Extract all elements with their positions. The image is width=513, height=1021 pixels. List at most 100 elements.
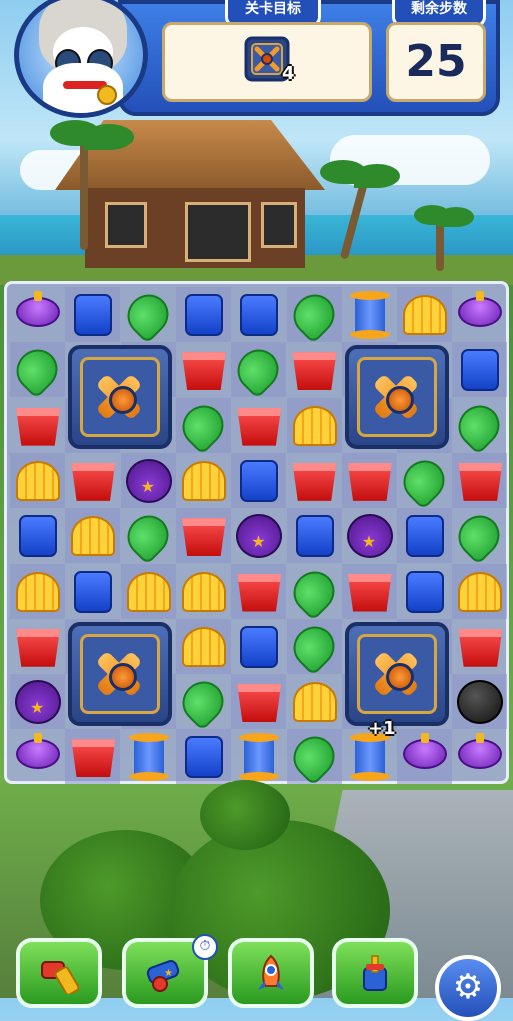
board-cell[interactable]: [450, 507, 509, 566]
board-cell[interactable]: [284, 617, 343, 676]
cube-icon: [240, 459, 279, 502]
board-cell[interactable]: [452, 452, 508, 508]
safe-icon[interactable]: [68, 621, 173, 726]
board-cell[interactable]: [175, 508, 231, 564]
cube-icon: [295, 515, 334, 558]
board-cell[interactable]: [121, 729, 176, 784]
board-cell[interactable]: [452, 563, 508, 619]
moves-counter: 25: [386, 22, 486, 102]
board-cell[interactable]: [231, 729, 286, 784]
board-cell[interactable]: [10, 452, 65, 508]
board-cell[interactable]: [341, 452, 397, 508]
board-cell[interactable]: [395, 451, 454, 510]
board-cell[interactable]: [173, 396, 232, 455]
house-wall: [85, 188, 305, 268]
board-cell[interactable]: [231, 452, 287, 508]
board-cell[interactable]: [10, 508, 65, 563]
spool-icon: [349, 291, 390, 339]
board-cell[interactable]: [231, 287, 286, 342]
board-cell[interactable]: [65, 508, 121, 564]
shell-icon: [16, 460, 60, 501]
safe-icon[interactable]: [68, 345, 173, 450]
board-cell[interactable]: [176, 564, 231, 619]
safe-icon[interactable]: [344, 621, 449, 726]
board-cell[interactable]: [452, 287, 507, 342]
top-icon: [458, 291, 503, 327]
pot-icon: [458, 462, 503, 501]
bomb-icon: [457, 680, 504, 725]
board-cell[interactable]: [452, 674, 508, 730]
board-cell[interactable]: [284, 728, 343, 787]
board-cell[interactable]: [231, 398, 286, 453]
board-cell[interactable]: [65, 453, 120, 508]
board-cell[interactable]: [397, 729, 453, 785]
board-cell[interactable]: [65, 729, 121, 785]
board-cell[interactable]: [231, 508, 286, 563]
board-cell[interactable]: [231, 563, 287, 619]
board-cell[interactable]: [287, 342, 342, 397]
cannon-icon: ★: [146, 960, 180, 992]
board-cell[interactable]: [65, 564, 120, 619]
board-cell[interactable]: [65, 287, 121, 342]
leaf-icon: [229, 341, 288, 400]
gear-icon[interactable]: ⚙: [435, 955, 501, 1021]
board-cell[interactable]: [450, 396, 509, 455]
board-cell[interactable]: [284, 562, 343, 621]
board-cell[interactable]: [341, 563, 397, 619]
board-cell[interactable]: [175, 287, 231, 342]
board-cell[interactable]: [10, 674, 65, 730]
pot-icon: [347, 573, 392, 612]
board-cell[interactable]: [229, 341, 288, 400]
spool-icon: [349, 733, 390, 782]
pot-icon: [237, 573, 282, 612]
leaf-icon: [284, 286, 343, 344]
board-cell[interactable]: [287, 674, 342, 729]
board-cell[interactable]: [286, 508, 342, 564]
board-cell[interactable]: [118, 507, 177, 566]
shell-icon: [403, 295, 448, 335]
game-board[interactable]: [4, 281, 509, 787]
pot-icon: [16, 628, 60, 667]
board-cell[interactable]: [10, 287, 65, 342]
board-cell[interactable]: [120, 452, 176, 508]
pot-icon: [292, 462, 337, 501]
board-cell[interactable]: [284, 286, 343, 344]
pot-icon: [237, 684, 282, 723]
board-cell[interactable]: [173, 673, 232, 732]
board-cell[interactable]: [397, 287, 453, 342]
timer-icon: ⏱: [192, 934, 218, 960]
board-cell[interactable]: [10, 563, 65, 619]
board-cell[interactable]: [452, 729, 507, 784]
board-cell[interactable]: [397, 508, 453, 564]
leaf-icon: [450, 507, 509, 566]
board-cell[interactable]: [8, 341, 66, 400]
board-cell[interactable]: [10, 729, 65, 784]
board-cell[interactable]: [231, 674, 287, 730]
board-cell[interactable]: [10, 398, 65, 453]
house-door: [185, 202, 251, 262]
shell-icon: [181, 460, 226, 501]
board-cell[interactable]: [118, 286, 177, 344]
board-cell[interactable]: [231, 619, 286, 674]
cube-icon: [406, 570, 445, 613]
board-cell[interactable]: [452, 619, 507, 674]
board-cell[interactable]: [176, 453, 231, 508]
board-cell[interactable]: [397, 564, 452, 619]
cube-icon: [74, 570, 113, 613]
safe-door: [80, 357, 161, 438]
board-cell[interactable]: [120, 563, 176, 619]
board-cell[interactable]: [10, 619, 65, 674]
board-cell[interactable]: [175, 729, 231, 785]
board-cell[interactable]: [175, 618, 231, 674]
orb-icon: [15, 680, 61, 725]
safe-icon[interactable]: [344, 345, 449, 450]
safe-knob: [385, 662, 414, 691]
board-cell[interactable]: [342, 508, 397, 563]
board-cell[interactable]: [286, 397, 342, 453]
board-cell[interactable]: [176, 342, 231, 397]
board-cell[interactable]: [287, 453, 342, 508]
cube-icon: [184, 736, 223, 779]
board-cell[interactable]: [452, 342, 508, 398]
board-cell[interactable]: [342, 287, 397, 342]
shell-icon: [181, 626, 226, 667]
